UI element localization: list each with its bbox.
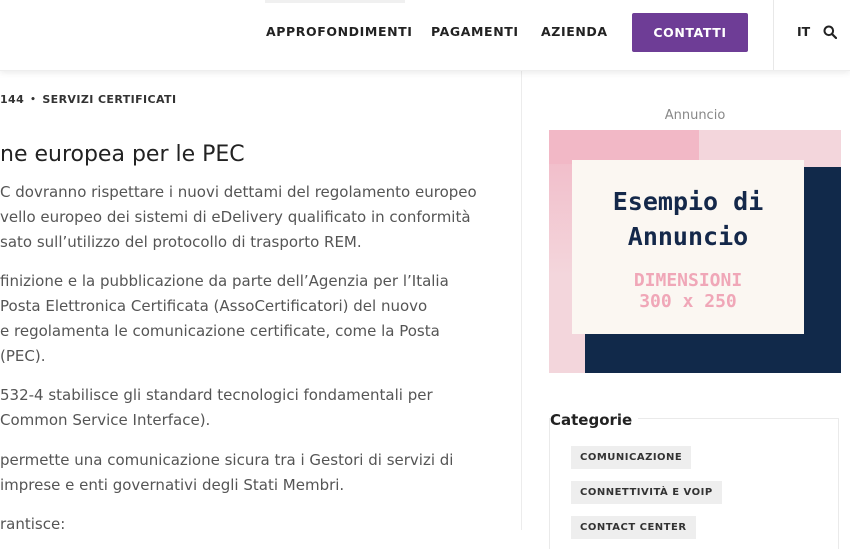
article-line: finizione e la pubblicazione da parte de… <box>0 272 449 290</box>
header-divider <box>773 0 774 70</box>
category-tag[interactable]: CONTACT CENTER <box>571 516 696 539</box>
ad-title-line: Annuncio <box>627 222 749 251</box>
article-line: e regolamenta le comunicazione certifica… <box>0 322 440 340</box>
category-tag[interactable]: CONNETTIVITÀ E VOIP <box>571 481 722 504</box>
ad-banner[interactable]: Esempio di Annuncio DIMENSIONI 300 x 250 <box>549 130 841 373</box>
ad-dimensions-line: 300 x 250 <box>639 291 737 312</box>
breadcrumb-separator: • <box>30 95 37 105</box>
ad-dimensions-line: DIMENSIONI <box>633 270 743 291</box>
nav-pagamenti[interactable]: PAGAMENTI <box>431 24 519 39</box>
contatti-button[interactable]: CONTATTI <box>632 13 748 52</box>
article-line: 532-4 stabilisce gli standard tecnologic… <box>0 386 433 404</box>
categories-heading: Categorie <box>550 411 639 429</box>
ad-card: Esempio di Annuncio DIMENSIONI 300 x 250 <box>572 160 804 334</box>
language-switcher[interactable]: IT <box>797 24 810 39</box>
category-tag[interactable]: COMUNICAZIONE <box>571 446 692 469</box>
article-line: imprese e enti governativi degli Stati M… <box>0 476 345 494</box>
ad-title: Esempio di Annuncio <box>572 184 804 254</box>
article-line: sato sull’utilizzo del protocollo di tra… <box>0 233 362 251</box>
article-line: C dovranno rispettare i nuovi dettami de… <box>0 183 477 201</box>
nav-azienda[interactable]: AZIENDA <box>541 24 608 39</box>
ad-dimensions: DIMENSIONI 300 x 250 <box>572 270 804 312</box>
article-line: permette una comunicazione sicura tra i … <box>0 451 454 469</box>
article-line: Common Service Interface). <box>0 411 211 429</box>
page-title: ne europea per le PEC <box>0 142 245 167</box>
breadcrumb-prefix[interactable]: 144 <box>0 93 24 106</box>
site-header: APPROFONDIMENTI PAGAMENTI AZIENDA CONTAT… <box>0 0 850 71</box>
search-icon[interactable] <box>823 25 837 39</box>
article-line: (PEC). <box>0 347 46 365</box>
article-line: vello europeo dei sistemi di eDelivery q… <box>0 208 471 226</box>
column-divider <box>521 70 522 530</box>
header-top-stripe <box>265 0 405 3</box>
ad-label: Annuncio <box>664 108 726 123</box>
breadcrumb-category[interactable]: SERVIZI CERTIFICATI <box>42 93 176 106</box>
breadcrumb: 144 • SERVIZI CERTIFICATI <box>0 93 176 106</box>
ad-shape <box>549 130 699 164</box>
article-line: rantisce: <box>0 515 66 533</box>
article-line: Posta Elettronica Certificata (AssoCerti… <box>0 297 428 315</box>
ad-title-line: Esempio di <box>612 187 764 216</box>
nav-approfondimenti[interactable]: APPROFONDIMENTI <box>266 24 413 39</box>
